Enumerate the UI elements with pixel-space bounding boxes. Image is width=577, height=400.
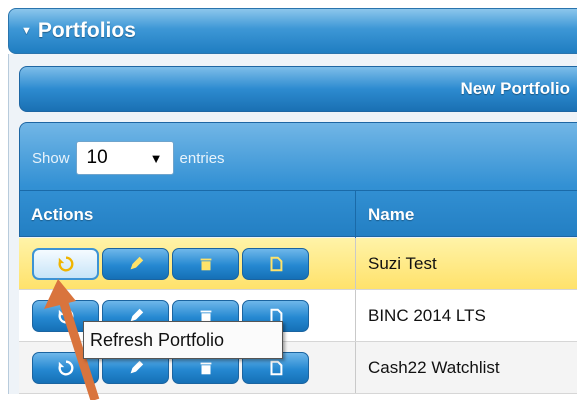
pencil-icon <box>130 360 143 373</box>
column-header-actions[interactable]: Actions <box>19 191 356 238</box>
refresh-tooltip: Refresh Portfolio <box>83 321 283 359</box>
document-icon <box>270 256 282 271</box>
portfolio-name-cell[interactable]: Suzi Test <box>356 238 577 289</box>
portfolios-panel: ▼ Portfolios New Portfolio Show 10 ▼ ent… <box>0 0 577 400</box>
column-header-name-label: Name <box>368 204 415 224</box>
show-label: Show <box>32 149 70 167</box>
refresh-icon <box>58 256 73 271</box>
panel-title: Portfolios <box>37 19 136 42</box>
dropdown-arrow-icon: ▼ <box>149 150 163 166</box>
entries-select-value: 10 <box>86 147 108 168</box>
entries-select[interactable]: 10 ▼ <box>75 141 174 175</box>
trash-icon <box>200 362 211 374</box>
tooltip-text: Refresh Portfolio <box>90 329 225 350</box>
column-header-name[interactable]: Name <box>356 191 577 238</box>
column-header-actions-label: Actions <box>31 204 94 224</box>
portfolio-name-cell[interactable]: BINC 2014 LTS <box>356 290 577 341</box>
length-control: Show 10 ▼ entries <box>32 141 225 175</box>
table-header-row: Actions Name <box>19 190 577 238</box>
delete-button[interactable] <box>172 247 239 280</box>
portfolio-name: Suzi Test <box>368 253 437 273</box>
new-portfolio-button[interactable]: New Portfolio <box>19 66 577 112</box>
trash-icon <box>200 258 211 270</box>
pencil-icon <box>130 256 143 269</box>
document-icon <box>270 360 282 375</box>
portfolio-name: BINC 2014 LTS <box>368 305 486 325</box>
collapse-caret-icon[interactable]: ▼ <box>21 25 32 37</box>
portfolio-name-cell[interactable]: Cash22 Watchlist <box>356 342 577 393</box>
entries-label: entries <box>179 149 225 167</box>
portfolios-panel-header[interactable]: ▼ Portfolios <box>8 8 577 54</box>
portfolio-name: Cash22 Watchlist <box>368 357 500 377</box>
document-button[interactable] <box>242 247 309 280</box>
new-portfolio-label: New Portfolio <box>460 79 570 98</box>
